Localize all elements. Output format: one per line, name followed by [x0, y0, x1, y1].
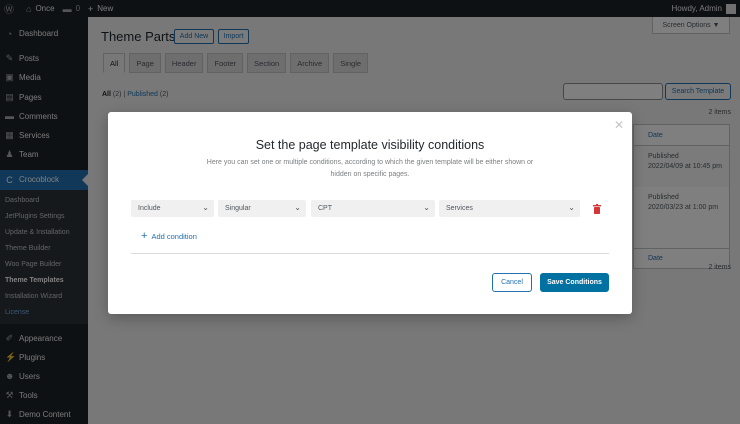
- include-select-value: Include: [138, 205, 161, 212]
- chevron-down-icon: ⌄: [423, 203, 430, 212]
- trash-icon[interactable]: [591, 200, 603, 217]
- chevron-down-icon: ⌄: [568, 203, 575, 212]
- plus-icon: +: [141, 230, 148, 242]
- add-condition-button[interactable]: + Add condition: [141, 230, 197, 242]
- chevron-down-icon: ⌄: [202, 203, 209, 212]
- condition-subtype-value: CPT: [318, 205, 332, 212]
- visibility-conditions-modal: ✕ Set the page template visibility condi…: [108, 112, 632, 314]
- cancel-button[interactable]: Cancel: [492, 273, 532, 292]
- chevron-down-icon: ⌄: [294, 203, 301, 212]
- condition-value-value: Services: [446, 205, 473, 212]
- include-select[interactable]: Include ⌄: [131, 200, 214, 217]
- condition-subtype-select[interactable]: CPT ⌄: [311, 200, 435, 217]
- condition-type-select[interactable]: Singular ⌄: [218, 200, 306, 217]
- condition-type-value: Singular: [225, 205, 251, 212]
- divider: [131, 253, 609, 254]
- condition-value-select[interactable]: Services ⌄: [439, 200, 580, 217]
- close-icon[interactable]: ✕: [614, 118, 624, 132]
- condition-row: Include ⌄ Singular ⌄ CPT ⌄ Services ⌄: [131, 200, 607, 217]
- save-conditions-button[interactable]: Save Conditions: [540, 273, 609, 292]
- add-condition-label: Add condition: [151, 231, 197, 241]
- modal-title: Set the page template visibility conditi…: [255, 138, 485, 152]
- modal-description: Here you can set one or multiple conditi…: [206, 159, 534, 178]
